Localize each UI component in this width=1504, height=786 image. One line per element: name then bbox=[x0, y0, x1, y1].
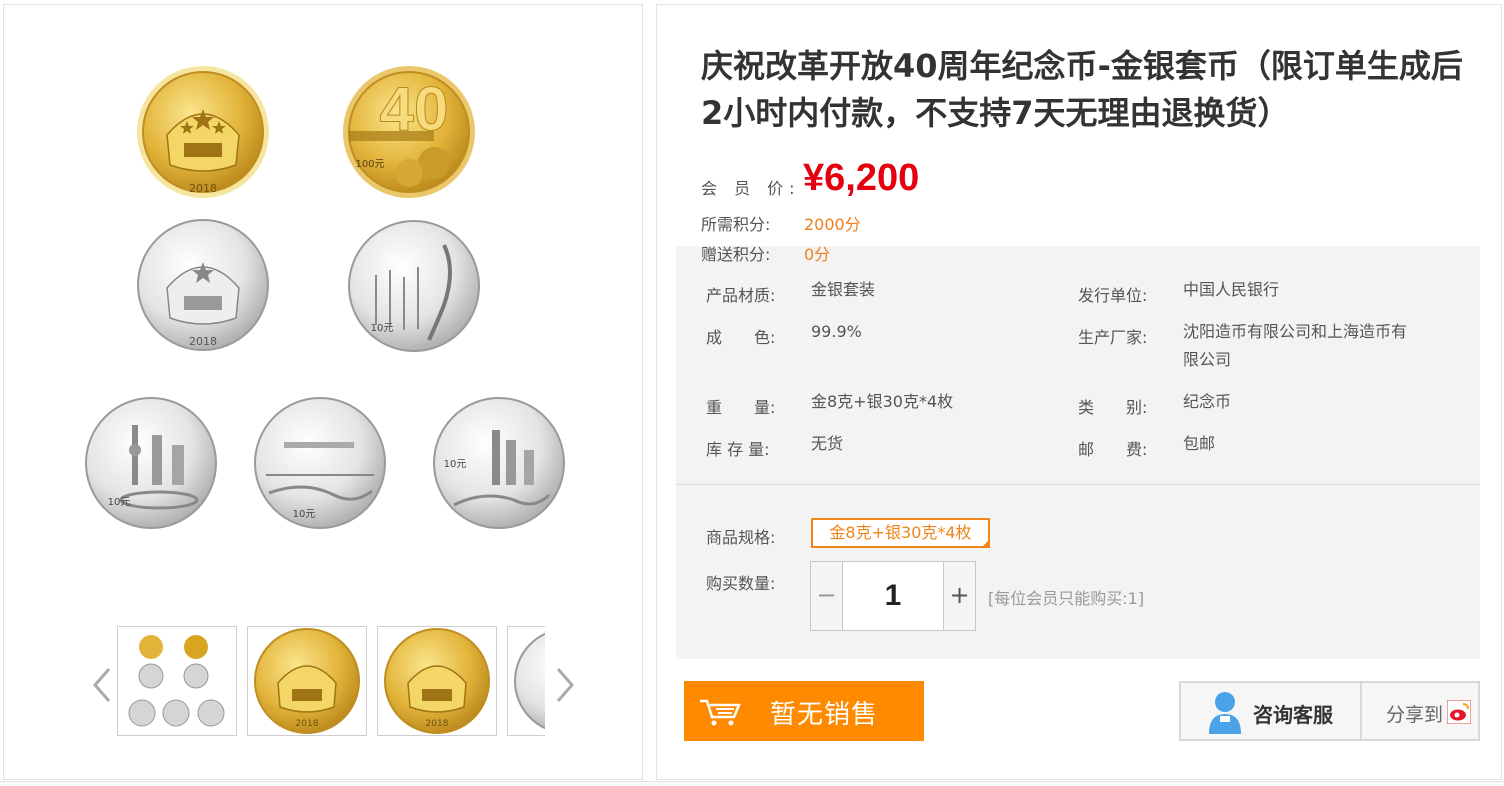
fineness-label: 成 色: bbox=[706, 328, 776, 347]
issuer-label: 发行单位: bbox=[1078, 286, 1148, 305]
required-points-label: 所需积分: bbox=[701, 215, 771, 234]
member-price: ¥6,200 bbox=[803, 157, 920, 199]
manufacturer-label: 生产厂家: bbox=[1078, 328, 1148, 347]
bonus-points-value: 0分 bbox=[804, 245, 831, 264]
bonus-points-label: 赠送积分: bbox=[701, 245, 771, 264]
thumbnail-next-button[interactable] bbox=[552, 663, 578, 707]
shipping-value: 包邮 bbox=[1183, 434, 1216, 453]
category-label: 类 别: bbox=[1078, 398, 1148, 417]
customer-service-icon bbox=[1209, 692, 1241, 734]
silver-coin-shenzhen: 10元 bbox=[433, 397, 565, 529]
stock-label: 库 存 量: bbox=[706, 440, 770, 459]
consult-service-label: 咨询客服 bbox=[1253, 703, 1333, 727]
shopping-cart-icon bbox=[700, 699, 741, 726]
svg-text:100元: 100元 bbox=[355, 159, 384, 170]
purchase-limit-note: [每位会员只能购买:1] bbox=[988, 589, 1145, 608]
gold-coin-reverse: 40 100元 bbox=[343, 66, 475, 198]
gold-coin-obverse: 2018 bbox=[137, 66, 269, 198]
issuer-value: 中国人民银行 bbox=[1183, 280, 1280, 299]
not-for-sale-button[interactable]: 暂无销售 bbox=[684, 681, 924, 741]
manufacturer-value-line2: 限公司 bbox=[1183, 350, 1232, 369]
silver-coin-bridge: 10元 bbox=[254, 397, 386, 529]
shipping-label: 邮 费: bbox=[1078, 440, 1148, 459]
thumbnail-gold-obverse[interactable]: 2018 bbox=[247, 626, 367, 736]
stock-value: 无货 bbox=[811, 434, 844, 453]
member-price-label: 会 员 价: bbox=[701, 179, 801, 198]
product-info-panel: 庆祝改革开放40周年纪念币-金银套币（限订单生成后2小时内付款，不支持7天无理由… bbox=[656, 4, 1502, 780]
product-gallery: 2018 40 100元 2018 10元 10元 10元 10元 2018 2… bbox=[3, 4, 643, 780]
chevron-left-icon bbox=[93, 668, 111, 702]
required-points-value: 2000分 bbox=[804, 215, 861, 234]
svg-text:2018: 2018 bbox=[189, 335, 217, 348]
manufacturer-value-line1: 沈阳造币有限公司和上海造币有 bbox=[1183, 322, 1408, 341]
svg-text:2018: 2018 bbox=[189, 182, 217, 195]
spec-option-selected[interactable]: 金8克+银30克*4枚 ✓ bbox=[811, 518, 990, 548]
silver-coin-obverse: 2018 bbox=[137, 219, 269, 351]
thumbnail-prev-button[interactable] bbox=[89, 663, 115, 707]
consult-service-button[interactable]: 咨询客服 bbox=[1181, 683, 1362, 739]
quantity-increase-button[interactable]: + bbox=[943, 562, 975, 630]
category-value: 纪念币 bbox=[1183, 392, 1232, 411]
quantity-stepper: − + bbox=[810, 561, 976, 631]
product-title: 庆祝改革开放40周年纪念币-金银套币（限订单生成后2小时内付款，不支持7天无理由… bbox=[701, 47, 1463, 132]
material-label: 产品材质: bbox=[706, 286, 776, 305]
quantity-input[interactable] bbox=[843, 562, 943, 630]
spec-label: 商品规格: bbox=[706, 528, 776, 547]
quantity-decrease-button[interactable]: − bbox=[811, 562, 843, 630]
svg-text:2018: 2018 bbox=[296, 719, 319, 729]
weight-value: 金8克+银30克*4枚 bbox=[811, 392, 954, 411]
silver-coin-shanghai: 10元 bbox=[85, 397, 217, 529]
svg-text:2018: 2018 bbox=[426, 719, 449, 729]
svg-text:10元: 10元 bbox=[293, 509, 316, 520]
silver-coin-grain: 10元 bbox=[348, 220, 480, 352]
fineness-value: 99.9% bbox=[811, 322, 862, 341]
attributes-divider bbox=[676, 484, 1480, 485]
thumbnail-all-coins[interactable] bbox=[117, 626, 237, 736]
svg-text:10元: 10元 bbox=[444, 459, 467, 470]
material-value: 金银套装 bbox=[811, 280, 876, 299]
check-icon: ✓ bbox=[982, 539, 988, 547]
service-share-group: 咨询客服 分享到 bbox=[1179, 681, 1480, 741]
bottom-border bbox=[0, 781, 1504, 786]
share-label: 分享到 bbox=[1386, 704, 1444, 726]
svg-text:10元: 10元 bbox=[108, 497, 131, 508]
svg-text:10元: 10元 bbox=[371, 323, 394, 334]
weibo-icon bbox=[1447, 700, 1471, 724]
thumbnail-silver-obverse[interactable] bbox=[507, 626, 545, 736]
quantity-label: 购买数量: bbox=[706, 574, 776, 593]
thumbnail-strip: 2018 2018 bbox=[117, 626, 545, 740]
weight-label: 重 量: bbox=[706, 398, 776, 417]
chevron-right-icon bbox=[556, 668, 574, 702]
product-attributes-box: 产品材质: 金银套装 发行单位: 中国人民银行 成 色: 99.9% 生产厂家:… bbox=[676, 246, 1480, 659]
main-product-image[interactable]: 2018 40 100元 2018 10元 10元 10元 10元 bbox=[4, 5, 644, 605]
spec-option-label: 金8克+银30克*4枚 bbox=[829, 523, 972, 542]
thumbnail-gold-obverse-alt[interactable]: 2018 bbox=[377, 626, 497, 736]
share-button[interactable]: 分享到 bbox=[1364, 683, 1478, 739]
not-for-sale-label: 暂无销售 bbox=[770, 700, 879, 730]
